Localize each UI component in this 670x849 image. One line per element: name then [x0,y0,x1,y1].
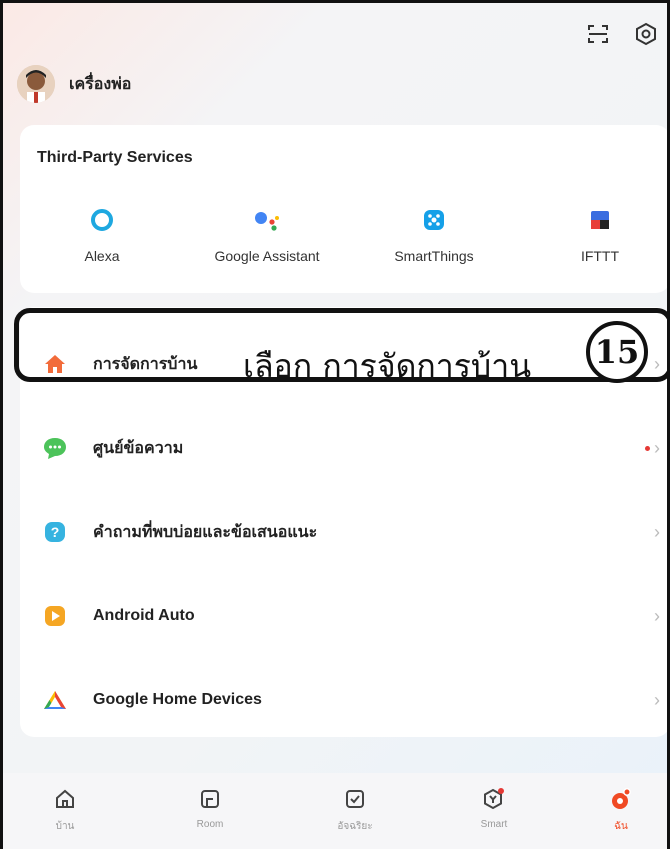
home-nav-icon [25,785,105,813]
scan-icon[interactable] [585,21,611,47]
nav-label: Smart [480,819,508,830]
ifttt-icon [520,205,667,235]
section-title: Third-Party Services [37,149,193,166]
app-screen: เครื่องพ่อ Third-Party Services Alexa Go… [0,0,670,849]
nav-tab-home[interactable]: บ้าน [25,785,105,834]
chevron-right-icon: › [645,438,660,459]
menu-item-label: Google Home Devices [93,691,262,708]
nav-tab-me[interactable]: ฉัน [581,785,661,834]
menu-item-label: ศูนย์ข้อความ [93,439,184,457]
service-label: IFTTT [580,248,620,264]
menu-item-google-home-devices[interactable]: Google Home Devices › [20,672,667,728]
nav-tab-smart-scene[interactable]: อัจฉริยะ [315,785,395,834]
smart-scene-nav-icon [315,785,395,813]
android-auto-icon [42,603,68,629]
smartthings-icon [354,205,514,235]
google-home-icon [42,687,68,713]
menu-item-faq-feedback[interactable]: ? คำถามที่พบบ่อยและข้อเสนอแนะ › [20,504,667,560]
menu-item-android-auto[interactable]: Android Auto › [20,588,667,644]
service-label: SmartThings [394,248,474,264]
service-label: Alexa [84,248,120,264]
bottom-navigation: บ้าน Room อัจฉริยะ Smart ฉัน [3,773,667,849]
chevron-right-icon: › [654,689,660,710]
menu-item-label: คำถามที่พบบ่อยและข้อเสนอแนะ [93,523,318,541]
nav-label: Room [196,819,224,830]
service-smartthings[interactable]: SmartThings [354,205,514,264]
annotation-step-number: 15 [586,321,648,383]
alexa-icon [22,205,182,235]
profile-header[interactable]: เครื่องพ่อ [17,65,131,103]
third-party-services-card: Third-Party Services Alexa Google Assist… [20,125,667,293]
service-label: Google Assistant [214,248,320,264]
home-icon [42,351,68,377]
room-nav-icon [170,785,250,813]
chevron-right-icon: › [654,605,660,626]
settings-icon[interactable] [633,21,659,47]
chevron-right-icon: › [654,521,660,542]
avatar[interactable] [17,65,55,103]
message-icon [42,435,68,461]
smart-nav-icon [454,785,534,813]
service-ifttt[interactable]: IFTTT [520,205,667,264]
nav-label: อัจฉริยะ [337,821,373,832]
annotation-text: เลือก การจัดการบ้าน [243,347,532,385]
profile-name: เครื่องพ่อ [69,75,132,93]
svg-text:?: ? [51,524,60,540]
service-google-assistant[interactable]: Google Assistant [187,205,347,264]
menu-item-label: Android Auto [93,607,195,624]
chevron-right-icon: › [654,353,660,374]
top-toolbar [585,21,659,47]
nav-label: ฉัน [614,821,628,832]
nav-tab-room[interactable]: Room [170,785,250,830]
help-icon: ? [42,519,68,545]
nav-label: บ้าน [55,821,75,832]
menu-item-message-center[interactable]: ศูนย์ข้อความ › [20,420,667,476]
service-alexa[interactable]: Alexa [22,205,182,264]
nav-tab-smart[interactable]: Smart [454,785,534,830]
menu-item-label: การจัดการบ้าน [93,355,198,373]
google-assistant-icon [187,205,347,235]
me-nav-icon [581,785,661,813]
notification-dot [645,446,650,452]
